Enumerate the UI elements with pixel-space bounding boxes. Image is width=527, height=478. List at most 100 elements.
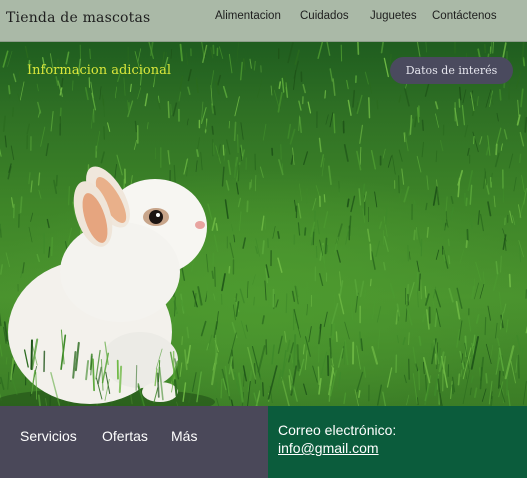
nav-item-alimentacion[interactable]: Alimentacion	[215, 10, 281, 22]
grass-blade	[331, 322, 336, 340]
grass-blade	[195, 160, 198, 173]
grass-blade	[302, 311, 305, 322]
grass-blade	[178, 91, 182, 102]
grass-blade	[304, 227, 307, 236]
grass-blade	[207, 203, 213, 220]
grass-blade	[328, 317, 332, 325]
info-link[interactable]: Informacion adicional	[27, 62, 171, 79]
grass-blade	[376, 100, 379, 110]
grass-blade	[323, 311, 328, 328]
grass-blade	[30, 339, 33, 370]
grass-blade	[450, 207, 455, 220]
grass-blade	[293, 334, 297, 368]
grass-blade	[324, 90, 327, 99]
nav-item-cuidados[interactable]: Cuidados	[300, 10, 349, 22]
grass-blade	[4, 135, 7, 148]
grass-blade	[386, 367, 393, 388]
footer-link-servicios[interactable]: Servicios	[20, 428, 77, 444]
grass-blade	[284, 330, 287, 343]
grass-blade	[99, 86, 102, 100]
grass-blade	[516, 334, 522, 352]
grass-blade	[517, 99, 520, 116]
grass-blade	[232, 304, 236, 321]
grass-blade	[214, 266, 216, 287]
site-header: Tienda de mascotas Alimentacion Cuidados…	[0, 0, 527, 42]
grass-blade	[315, 245, 318, 258]
grass-blade	[275, 382, 279, 395]
grass-blade	[435, 308, 441, 328]
grass-blade	[103, 126, 106, 140]
grass-blade	[426, 309, 430, 330]
grass-blade	[277, 335, 283, 354]
grass-blade	[37, 172, 41, 186]
grass-blade	[391, 154, 396, 175]
grass-blade	[255, 245, 258, 254]
grass-blade	[425, 202, 428, 211]
grass-blade	[195, 77, 199, 94]
nav-item-juguetes[interactable]: Juguetes	[370, 10, 417, 22]
grass-blade	[464, 124, 469, 138]
grass-blade	[246, 280, 249, 299]
grass-blade	[484, 43, 487, 54]
grass-blade	[423, 361, 425, 375]
grass-blade	[471, 286, 475, 299]
grass-blade	[226, 139, 231, 155]
grass-blade	[432, 301, 436, 314]
grass-blade	[479, 136, 483, 145]
grass-blade	[96, 130, 101, 152]
contact-email-link[interactable]: info@gmail.com	[278, 440, 379, 456]
grass-blade	[134, 120, 138, 133]
grass-blade	[216, 398, 220, 406]
grass-blade	[451, 384, 454, 395]
grass-blade	[403, 374, 407, 384]
grass-blade	[46, 218, 50, 229]
grass-blade	[89, 48, 91, 60]
grass-blade	[363, 366, 366, 378]
grass-blade	[371, 345, 379, 365]
grass-blade	[329, 337, 332, 359]
footer-link-ofertas[interactable]: Ofertas	[102, 428, 148, 444]
grass-blade	[30, 212, 34, 222]
grass-blade	[416, 287, 419, 308]
grass-blade	[325, 114, 329, 125]
grass-blade	[281, 77, 285, 93]
grass-blade	[515, 71, 522, 89]
grass-blade	[326, 42, 331, 56]
grass-blade	[469, 218, 474, 230]
grass-blade	[443, 355, 446, 374]
grass-blade	[103, 98, 105, 117]
grass-blade	[369, 80, 372, 94]
grass-blade	[194, 293, 197, 307]
nav-item-contactenos[interactable]: Contáctenos	[432, 10, 497, 22]
grass-blade	[308, 326, 312, 343]
grass-blade	[320, 154, 324, 168]
grass-blade	[344, 339, 349, 366]
grass-blade	[186, 166, 188, 177]
grass-blade	[403, 132, 406, 143]
info-button[interactable]: Datos de interés	[390, 57, 513, 84]
grass-blade	[242, 237, 246, 249]
grass-blade	[204, 118, 207, 130]
grass-blade	[485, 146, 490, 156]
grass-blade	[290, 154, 295, 165]
grass-blade	[55, 174, 58, 187]
grass-blade	[346, 79, 349, 90]
grass-blade	[503, 303, 507, 314]
footer-link-mas[interactable]: Más	[171, 428, 197, 444]
grass-blade	[329, 112, 334, 128]
grass-blade	[210, 85, 213, 106]
grass-blade	[369, 278, 372, 287]
brand-title[interactable]: Tienda de mascotas	[6, 10, 150, 26]
grass-blade	[18, 70, 21, 80]
grass-blade	[100, 151, 105, 164]
grass-blade	[268, 291, 271, 305]
grass-blade	[343, 144, 349, 162]
grass-blade	[350, 195, 356, 213]
grass-blade	[403, 186, 410, 203]
grass-blade	[334, 236, 339, 253]
grass-blade	[133, 139, 138, 150]
grass-blade	[28, 226, 33, 243]
grass-blade	[280, 376, 290, 406]
grass-blade	[358, 188, 362, 206]
grass-blade	[275, 299, 279, 308]
